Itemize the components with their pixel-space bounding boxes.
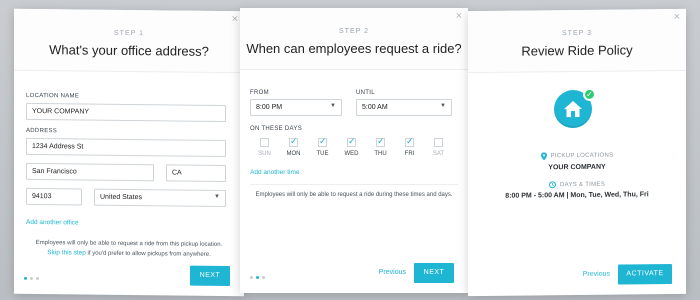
step1-header: × STEP 1 What's your office address? <box>14 8 244 74</box>
day-label: SUN <box>258 151 271 157</box>
checkbox[interactable] <box>289 136 298 147</box>
state-input[interactable]: CA <box>166 164 226 183</box>
step2-progress-dots <box>250 276 265 279</box>
step1-note-line2: if you'd prefer to allow pickups from an… <box>85 250 211 258</box>
step1-card: × STEP 1 What's your office address? LOC… <box>14 8 244 297</box>
step3-title: Review Ride Policy <box>521 42 633 59</box>
chevron-down-icon: ▼ <box>214 193 220 200</box>
street-input[interactable]: 1234 Address St <box>26 137 226 158</box>
step1-note-line1: Employees will only be able to request a… <box>35 240 223 248</box>
progress-dot <box>256 276 259 279</box>
checkbox[interactable] <box>405 136 414 147</box>
from-select[interactable]: 8:00 PM ▼ <box>250 99 342 116</box>
location-name-input[interactable]: YOUR COMPANY <box>26 102 226 123</box>
step2-previous-button[interactable]: Previous <box>379 263 406 283</box>
country-select[interactable]: United States ▼ <box>94 188 226 208</box>
day-label: TUE <box>316 151 329 157</box>
checkbox[interactable] <box>260 138 269 147</box>
day-label: THU <box>374 151 387 157</box>
activate-button[interactable]: ACTIVATE <box>618 264 672 285</box>
step2-title: When can employees request a ride? <box>246 41 462 56</box>
step1-label: STEP 1 <box>114 29 144 38</box>
step3-previous-button[interactable]: Previous <box>583 265 610 285</box>
checkbox[interactable] <box>376 136 385 147</box>
day-fri[interactable]: FRI <box>395 136 424 157</box>
progress-dot <box>36 277 39 281</box>
zip-input[interactable]: 94103 <box>26 187 82 206</box>
day-label: FRI <box>404 151 415 157</box>
step3-header: × STEP 3 Review Ride Policy <box>468 8 686 74</box>
days-label: ON THESE DAYS <box>250 126 303 132</box>
step2-header: × STEP 2 When can employees request a ri… <box>240 8 468 70</box>
add-office-link[interactable]: Add another office <box>26 219 232 228</box>
days-times-value: 8:00 PM - 5:00 AM | Mon, Tue, Wed, Thu, … <box>505 191 649 200</box>
step2-label: STEP 2 <box>339 28 369 35</box>
day-label: WED <box>344 151 359 157</box>
step3-card: × STEP 3 Review Ride Policy ✓ PICKUP LOC… <box>468 8 686 297</box>
close-icon[interactable]: × <box>232 13 238 25</box>
pickup-locations-label: PICKUP LOCATIONS <box>550 152 614 160</box>
progress-dot <box>262 276 265 279</box>
pickup-location-value: YOUR COMPANY <box>548 163 606 172</box>
check-badge-icon: ✓ <box>583 87 596 101</box>
progress-dot <box>30 276 33 280</box>
close-icon[interactable]: × <box>456 10 462 22</box>
address-label: ADDRESS <box>26 127 58 135</box>
days-times-label: DAYS & TIMES <box>559 181 606 188</box>
progress-dot <box>24 276 27 280</box>
day-thu[interactable]: THU <box>366 136 395 157</box>
close-icon[interactable]: × <box>674 11 680 23</box>
from-value: 8:00 PM <box>256 104 283 111</box>
step2-next-button[interactable]: NEXT <box>414 263 454 283</box>
divider <box>250 184 458 185</box>
add-time-link[interactable]: Add another time <box>250 169 458 176</box>
location-name-label: LOCATION NAME <box>26 92 80 100</box>
checkbox[interactable] <box>347 136 356 147</box>
step1-next-button[interactable]: NEXT <box>190 265 230 287</box>
chevron-down-icon: ▼ <box>440 103 446 109</box>
step1-progress-dots <box>24 276 39 281</box>
city-input[interactable]: San Francisco <box>26 162 154 182</box>
until-label: UNTIL <box>356 90 375 96</box>
until-value: 5:00 AM <box>362 104 388 111</box>
day-label: SAT <box>432 151 445 157</box>
days-checkbox-row: SUN MON TUE WED THU FRI SAT <box>250 136 458 157</box>
day-label: MON <box>286 151 301 157</box>
day-mon[interactable]: MON <box>279 136 308 157</box>
day-tue[interactable]: TUE <box>308 136 337 157</box>
day-sun[interactable]: SUN <box>250 138 279 157</box>
country-value: United States <box>100 193 143 202</box>
day-sat[interactable]: SAT <box>424 138 453 157</box>
step1-note: Employees will only be able to request a… <box>26 238 232 260</box>
pin-icon <box>540 152 547 161</box>
chevron-down-icon: ▼ <box>330 103 336 109</box>
step3-label: STEP 3 <box>562 29 592 38</box>
checkbox[interactable] <box>434 138 443 147</box>
from-label: FROM <box>250 90 269 96</box>
until-select[interactable]: 5:00 AM ▼ <box>356 99 452 116</box>
step2-card: × STEP 2 When can employees request a ri… <box>240 8 468 293</box>
skip-step-link[interactable]: Skip this step <box>47 249 86 256</box>
progress-dot <box>250 276 253 279</box>
clock-icon <box>548 181 556 189</box>
step2-note: Employees will only be able to request a… <box>255 192 453 198</box>
step1-title: What's your office address? <box>49 42 209 59</box>
checkbox[interactable] <box>318 136 327 147</box>
day-wed[interactable]: WED <box>337 136 366 157</box>
